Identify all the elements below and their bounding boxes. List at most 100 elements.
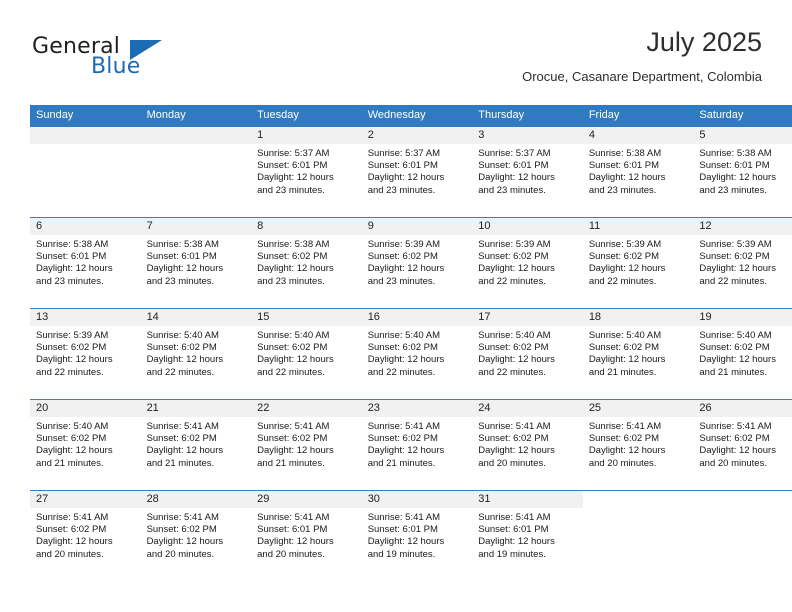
day-cell-inner: 22 Sunrise: 5:41 AM Sunset: 6:02 PM Dayligh… [251, 400, 362, 490]
calendar-day-cell[interactable]: 24 Sunrise: 5:41 AM Sunset: 6:02 PM Dayligh… [472, 399, 583, 491]
day-detail-line: Sunrise: 5:40 AM [146, 330, 219, 341]
calendar-day-cell[interactable]: 22 Sunrise: 5:41 AM Sunset: 6:02 PM Dayligh… [251, 399, 362, 491]
day-cell-inner: 26 Sunrise: 5:41 AM Sunset: 6:02 PM Dayligh… [693, 400, 792, 490]
day-detail-line: and 22 minutes. [699, 275, 767, 287]
day-number: 19 [693, 309, 792, 326]
general-blue-logo: General Blue [32, 34, 232, 90]
calendar-week-row: 1 Sunrise: 5:37 AM Sunset: 6:01 PM Daylight… [30, 127, 792, 218]
calendar-day-cell[interactable]: 9 Sunrise: 5:39 AM Sunset: 6:02 PM Daylight… [361, 217, 473, 309]
day-detail-line: Daylight: 12 hours [257, 536, 334, 548]
weekday-header-sunday: Sunday [30, 105, 141, 127]
day-detail-line: and 19 minutes. [367, 548, 436, 560]
day-number: 30 [361, 491, 473, 508]
calendar-day-cell[interactable]: 15 Sunrise: 5:40 AM Sunset: 6:02 PM Dayligh… [251, 308, 362, 400]
day-detail-line: Daylight: 12 hours [146, 445, 224, 457]
day-detail-line: and 23 minutes. [257, 275, 325, 287]
calendar-day-cell[interactable]: 11 Sunrise: 5:39 AM Sunset: 6:02 PM Dayligh… [582, 217, 694, 309]
day-detail-line: Sunset: 6:02 PM [367, 251, 438, 263]
day-details: Sunrise: 5:39 AM Sunset: 6:02 PM Daylight:… [693, 235, 792, 288]
day-details: Sunrise: 5:41 AM Sunset: 6:02 PM Daylight:… [472, 417, 583, 470]
day-detail-line: and 22 minutes. [146, 366, 215, 378]
calendar-day-cell[interactable]: 25 Sunrise: 5:41 AM Sunset: 6:02 PM Dayligh… [582, 399, 694, 491]
day-cell-inner: 20 Sunrise: 5:40 AM Sunset: 6:02 PM Dayligh… [30, 400, 141, 490]
day-detail-line: Sunrise: 5:40 AM [36, 421, 109, 432]
calendar-day-cell[interactable]: 12 Sunrise: 5:39 AM Sunset: 6:02 PM Dayligh… [693, 217, 792, 309]
calendar-day-cell[interactable]: 29 Sunrise: 5:41 AM Sunset: 6:01 PM Dayligh… [251, 490, 362, 581]
calendar-day-cell[interactable]: 3 Sunrise: 5:37 AM Sunset: 6:01 PM Daylight… [472, 127, 583, 218]
day-cell-inner: 6 Sunrise: 5:38 AM Sunset: 6:01 PM Daylight… [30, 218, 141, 308]
day-number: 27 [30, 491, 141, 508]
day-number: 23 [361, 400, 473, 417]
day-cell-inner [30, 127, 141, 217]
day-number: 26 [693, 400, 792, 417]
day-detail-line: Daylight: 12 hours [367, 536, 445, 548]
calendar-day-cell[interactable]: 16 Sunrise: 5:40 AM Sunset: 6:02 PM Dayligh… [361, 308, 473, 400]
calendar-day-cell[interactable]: 2 Sunrise: 5:37 AM Sunset: 6:01 PM Daylight… [361, 127, 473, 218]
calendar-day-cell[interactable]: 1 Sunrise: 5:37 AM Sunset: 6:01 PM Daylight… [251, 127, 362, 218]
calendar-day-cell[interactable]: 23 Sunrise: 5:41 AM Sunset: 6:02 PM Dayligh… [361, 399, 473, 491]
calendar-day-cell[interactable]: 27 Sunrise: 5:41 AM Sunset: 6:02 PM Dayligh… [30, 490, 141, 581]
day-detail-line: Sunrise: 5:38 AM [588, 148, 662, 159]
day-detail-line: Sunrise: 5:41 AM [257, 421, 330, 432]
day-detail-line: Sunrise: 5:41 AM [367, 421, 441, 432]
calendar-day-cell[interactable]: 31 Sunrise: 5:41 AM Sunset: 6:01 PM Dayligh… [472, 490, 583, 581]
calendar-day-cell[interactable]: 8 Sunrise: 5:38 AM Sunset: 6:02 PM Daylight… [251, 217, 362, 309]
day-number: 6 [30, 218, 141, 235]
weekday-header-thursday: Thursday [472, 105, 583, 127]
weekday-header-friday: Friday [582, 105, 694, 127]
day-details: Sunrise: 5:41 AM Sunset: 6:02 PM Daylight:… [583, 417, 694, 470]
calendar-day-cell[interactable] [693, 490, 792, 581]
day-detail-line: and 23 minutes. [257, 184, 325, 196]
day-details: Sunrise: 5:40 AM Sunset: 6:02 PM Daylight:… [251, 326, 362, 379]
calendar-day-cell[interactable]: 10 Sunrise: 5:39 AM Sunset: 6:02 PM Dayligh… [472, 217, 583, 309]
day-cell-inner: 9 Sunrise: 5:39 AM Sunset: 6:02 PM Daylight… [361, 218, 473, 308]
calendar-day-cell[interactable]: 6 Sunrise: 5:38 AM Sunset: 6:01 PM Daylight… [30, 217, 141, 309]
day-detail-line: Daylight: 12 hours [36, 445, 113, 457]
day-detail-line: Sunrise: 5:41 AM [146, 512, 219, 523]
day-detail-line: Sunrise: 5:39 AM [699, 239, 772, 250]
day-cell-inner [140, 127, 252, 217]
day-detail-line: and 22 minutes. [478, 366, 546, 378]
calendar-day-cell[interactable] [140, 127, 252, 218]
day-detail-line: Daylight: 12 hours [588, 172, 666, 184]
day-cell-inner: 3 Sunrise: 5:37 AM Sunset: 6:01 PM Daylight… [472, 127, 583, 217]
day-detail-line: and 22 minutes. [367, 366, 436, 378]
calendar-day-cell[interactable]: 26 Sunrise: 5:41 AM Sunset: 6:02 PM Dayligh… [693, 399, 792, 491]
day-detail-line: Daylight: 12 hours [257, 445, 334, 457]
day-details: Sunrise: 5:39 AM Sunset: 6:02 PM Daylight:… [472, 235, 583, 288]
calendar-day-cell[interactable]: 17 Sunrise: 5:40 AM Sunset: 6:02 PM Dayligh… [472, 308, 583, 400]
day-detail-line: Sunset: 6:01 PM [367, 160, 438, 172]
day-cell-inner: 7 Sunrise: 5:38 AM Sunset: 6:01 PM Daylight… [140, 218, 252, 308]
day-details: Sunrise: 5:41 AM Sunset: 6:02 PM Daylight:… [693, 417, 792, 470]
calendar-day-cell[interactable]: 19 Sunrise: 5:40 AM Sunset: 6:02 PM Dayligh… [693, 308, 792, 400]
day-details: Sunrise: 5:38 AM Sunset: 6:02 PM Daylight:… [251, 235, 362, 288]
day-number: 12 [693, 218, 792, 235]
calendar-day-cell[interactable] [582, 490, 694, 581]
day-detail-line: Sunrise: 5:41 AM [478, 421, 551, 432]
calendar-day-cell[interactable]: 7 Sunrise: 5:38 AM Sunset: 6:01 PM Daylight… [140, 217, 252, 309]
calendar-day-cell[interactable]: 21 Sunrise: 5:41 AM Sunset: 6:02 PM Dayligh… [140, 399, 252, 491]
calendar-day-cell[interactable] [30, 127, 141, 218]
day-detail-line: Sunset: 6:02 PM [257, 342, 328, 354]
calendar-day-cell[interactable]: 14 Sunrise: 5:40 AM Sunset: 6:02 PM Dayligh… [140, 308, 252, 400]
calendar-day-cell[interactable]: 30 Sunrise: 5:41 AM Sunset: 6:01 PM Dayligh… [361, 490, 473, 581]
day-cell-inner: 14 Sunrise: 5:40 AM Sunset: 6:02 PM Dayligh… [140, 309, 252, 399]
day-details: Sunrise: 5:37 AM Sunset: 6:01 PM Daylight:… [251, 144, 362, 197]
day-number: 31 [472, 491, 583, 508]
day-detail-line: and 23 minutes. [367, 184, 436, 196]
day-detail-line: Sunrise: 5:37 AM [257, 148, 330, 159]
day-detail-line: and 21 minutes. [367, 457, 436, 469]
calendar-day-cell[interactable]: 20 Sunrise: 5:40 AM Sunset: 6:02 PM Dayligh… [30, 399, 141, 491]
calendar-day-cell[interactable]: 18 Sunrise: 5:40 AM Sunset: 6:02 PM Dayligh… [582, 308, 694, 400]
calendar-day-cell[interactable]: 28 Sunrise: 5:41 AM Sunset: 6:02 PM Dayligh… [140, 490, 252, 581]
day-details: Sunrise: 5:38 AM Sunset: 6:01 PM Daylight:… [583, 144, 694, 197]
calendar-day-cell[interactable]: 13 Sunrise: 5:39 AM Sunset: 6:02 PM Dayligh… [30, 308, 141, 400]
day-detail-line: Daylight: 12 hours [36, 536, 113, 548]
day-number: 18 [582, 309, 694, 326]
calendar-day-cell[interactable]: 5 Sunrise: 5:38 AM Sunset: 6:01 PM Daylight… [693, 127, 792, 218]
calendar-day-cell[interactable]: 4 Sunrise: 5:38 AM Sunset: 6:01 PM Daylight… [582, 127, 694, 218]
day-number: 14 [140, 309, 252, 326]
day-detail-line: Sunset: 6:01 PM [699, 160, 770, 172]
day-detail-line: Sunset: 6:02 PM [478, 433, 549, 445]
day-detail-line: and 22 minutes. [36, 366, 104, 378]
